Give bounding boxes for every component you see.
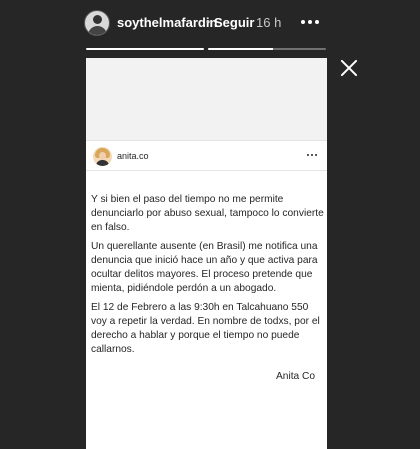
avatar-shoulders [88, 26, 107, 35]
story-username[interactable]: soythelmafardin [117, 15, 217, 30]
more-horizontal-icon[interactable] [298, 10, 322, 34]
story-content[interactable]: anita.co Y si bien el paso del tiempo no… [86, 58, 327, 449]
story-progress [86, 48, 326, 50]
progress-fill [86, 48, 204, 50]
post-paragraph: Un querellante ausente (en Brasil) me no… [91, 241, 318, 294]
post-time: 16 h [256, 15, 282, 30]
post-username[interactable]: anita.co [117, 151, 149, 161]
avatar-face [99, 152, 106, 160]
post-paragraph: El 12 de Febrero a las 9:30h en Talcahua… [91, 302, 320, 355]
more-dot [307, 154, 309, 156]
more-dot [315, 154, 317, 156]
post-signature: Anita Co [276, 371, 316, 382]
avatar-head [93, 15, 102, 24]
profile-avatar[interactable] [84, 10, 110, 36]
story-header: soythelmafardin • Seguir 16 h [0, 0, 420, 50]
more-horizontal-icon[interactable] [305, 150, 319, 160]
more-dot [301, 20, 305, 24]
separator-dot: • [206, 15, 211, 29]
follow-button[interactable]: Seguir [214, 15, 254, 30]
progress-fill [208, 48, 273, 50]
post-avatar[interactable] [93, 147, 112, 166]
post-card: anita.co Y si bien el paso del tiempo no… [86, 140, 327, 449]
close-icon[interactable] [338, 57, 360, 79]
progress-segment [86, 48, 204, 50]
avatar-body [96, 160, 109, 166]
more-dot [311, 154, 313, 156]
post-paragraph: Y si bien el paso del tiempo no me permi… [91, 194, 324, 233]
post-text: Y si bien el paso del tiempo no me permi… [91, 193, 326, 362]
post-header: anita.co [86, 141, 327, 171]
more-dot [308, 20, 312, 24]
progress-segment [208, 48, 326, 50]
more-dot [315, 20, 319, 24]
